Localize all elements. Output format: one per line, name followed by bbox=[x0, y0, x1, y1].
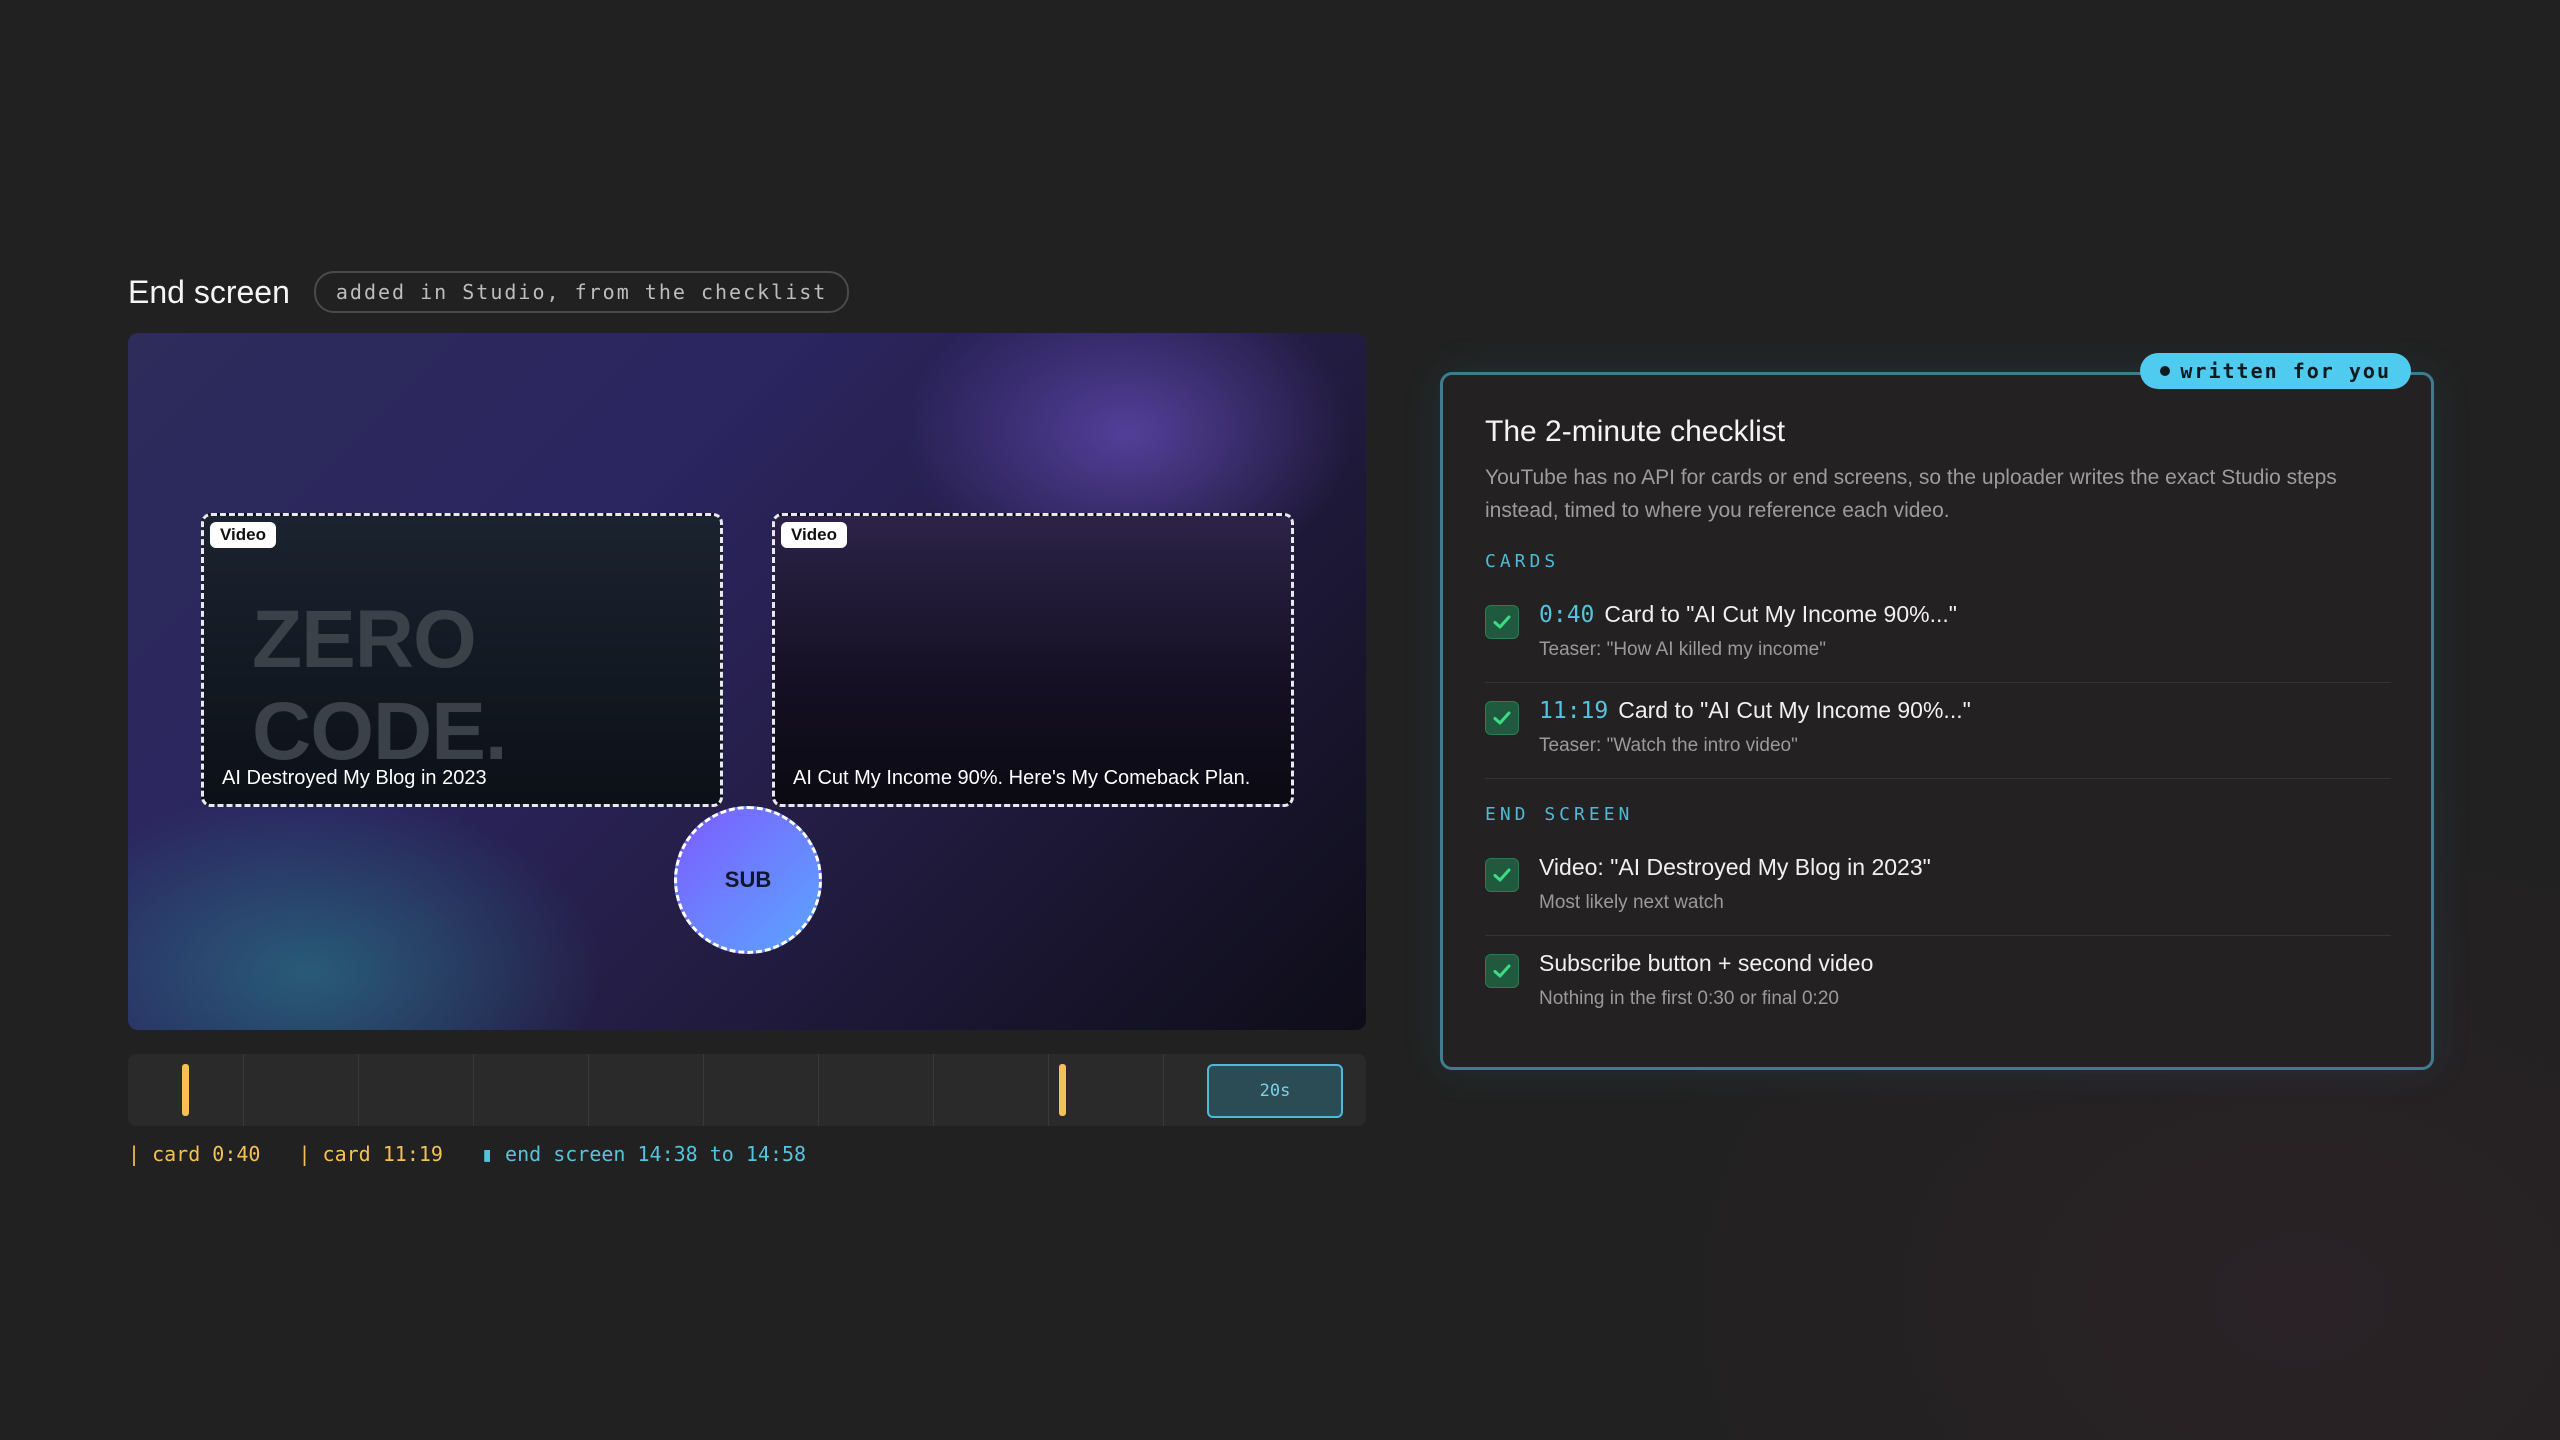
timeline-tick bbox=[588, 1054, 589, 1126]
end-screen-source-pill: added in Studio, from the checklist bbox=[313, 271, 850, 313]
timeline-tick bbox=[933, 1054, 934, 1126]
timeline-tick bbox=[358, 1054, 359, 1126]
video-title: AI Destroyed My Blog in 2023 bbox=[222, 767, 487, 789]
subscribe-element[interactable]: SUB bbox=[674, 806, 822, 954]
end-screen-item-note: Nothing in the first 0:30 or final 0:20 bbox=[1539, 988, 1839, 1009]
timeline-tick bbox=[703, 1054, 704, 1126]
video-timeline[interactable]: 20s bbox=[128, 1054, 1366, 1126]
badge-label: written for you bbox=[2180, 359, 2391, 383]
card-text: Card to "AI Cut My Income 90%..." bbox=[1604, 601, 1957, 627]
cards-section-label: CARDS bbox=[1485, 551, 1560, 572]
badge-dot-icon bbox=[2160, 366, 2171, 376]
checklist-title: The 2-minute checklist bbox=[1485, 415, 1786, 448]
card-time: 11:19 bbox=[1539, 698, 1609, 724]
checkmark-icon[interactable] bbox=[1485, 605, 1519, 639]
card-teaser: Teaser: "Watch the intro video" bbox=[1539, 735, 1798, 756]
timeline-tick bbox=[473, 1054, 474, 1126]
checklist-panel: written for you The 2-minute checklist Y… bbox=[1440, 353, 2434, 1070]
end-screen-block[interactable]: 20s bbox=[1207, 1064, 1343, 1118]
divider bbox=[1485, 935, 2391, 936]
card-marker-0-40[interactable] bbox=[182, 1064, 189, 1116]
end-screen-title: End screen bbox=[128, 273, 290, 310]
legend-card-2: | card 11:19 bbox=[298, 1142, 443, 1166]
legend-end-screen: ▮ end screen 14:38 to 14:58 bbox=[480, 1142, 807, 1166]
card-teaser: Teaser: "How AI killed my income" bbox=[1539, 639, 1826, 660]
end-screen-item-text: Subscribe button + second video bbox=[1539, 950, 1874, 976]
thumbnail-line-1: ZERO bbox=[252, 594, 477, 685]
video-title: AI Cut My Income 90%. Here's My Comeback… bbox=[793, 767, 1251, 789]
card-time: 0:40 bbox=[1539, 602, 1595, 628]
checkmark-icon[interactable] bbox=[1485, 858, 1519, 892]
end-screen-section-label: END SCREEN bbox=[1485, 804, 1634, 825]
card-marker-11-19[interactable] bbox=[1059, 1064, 1066, 1116]
end-screen-item-note: Most likely next watch bbox=[1539, 892, 1724, 913]
end-screen-preview: Video ZERO CODE. AI Destroyed My Blog in… bbox=[128, 333, 1366, 1030]
end-screen-header: End screen added in Studio, from the che… bbox=[128, 270, 850, 314]
timeline-tick bbox=[1163, 1054, 1164, 1126]
video-thumbnail-text: ZERO CODE. bbox=[252, 594, 508, 778]
checkmark-icon[interactable] bbox=[1485, 954, 1519, 988]
thumbnail-line-2: CODE. bbox=[252, 686, 508, 777]
timeline-legend: | card 0:40 | card 11:19 ▮ end screen 14… bbox=[128, 1142, 806, 1166]
card-text: Card to "AI Cut My Income 90%..." bbox=[1618, 697, 1971, 723]
video-tag: Video bbox=[781, 522, 847, 548]
end-screen-video-element-1[interactable]: Video ZERO CODE. AI Destroyed My Blog in… bbox=[201, 513, 723, 807]
end-screen-video-element-2[interactable]: Video AI Cut My Income 90%. Here's My Co… bbox=[772, 513, 1294, 807]
written-for-you-badge: written for you bbox=[2140, 353, 2411, 389]
checkmark-icon[interactable] bbox=[1485, 701, 1519, 735]
timeline-tick bbox=[1048, 1054, 1049, 1126]
timeline-tick bbox=[243, 1054, 244, 1126]
timeline-tick bbox=[818, 1054, 819, 1126]
video-tag: Video bbox=[210, 522, 276, 548]
divider bbox=[1485, 778, 2391, 779]
end-screen-item-text: Video: "AI Destroyed My Blog in 2023" bbox=[1539, 854, 1931, 880]
divider bbox=[1485, 682, 2391, 683]
legend-card-1: | card 0:40 bbox=[128, 1142, 261, 1166]
checklist-description: YouTube has no API for cards or end scre… bbox=[1485, 466, 2337, 522]
